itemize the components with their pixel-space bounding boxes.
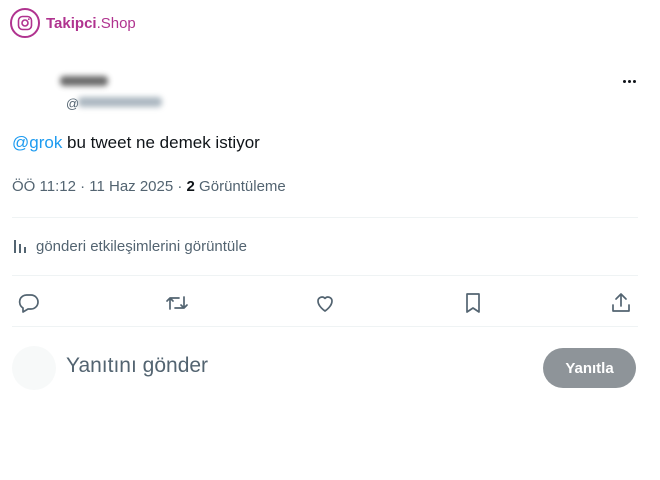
analytics-icon <box>12 237 30 255</box>
more-dots-icon[interactable] <box>618 70 640 92</box>
timestamp[interactable]: ÖÖ 11:12 · 11 Haz 2025 · <box>12 178 187 195</box>
author-name-blurred[interactable] <box>60 76 108 86</box>
divider <box>12 326 638 327</box>
author-handle-blurred[interactable] <box>78 97 162 107</box>
tweet-body: bu tweet ne demek istiyor <box>62 133 260 152</box>
views-count: 2 <box>186 178 195 195</box>
avatar <box>12 346 56 390</box>
views-label: Görüntüleme <box>194 178 286 195</box>
divider <box>12 217 638 218</box>
divider <box>12 275 638 276</box>
post: @ @grok bu tweet ne demek istiyor ÖÖ 11:… <box>0 0 660 480</box>
tweet-meta: ÖÖ 11:12 · 11 Haz 2025 · 2 Görüntüleme <box>12 178 286 195</box>
retweet-icon[interactable] <box>162 288 192 318</box>
action-bar <box>0 288 660 318</box>
like-icon[interactable] <box>310 288 340 318</box>
view-analytics-link[interactable]: gönderi etkileşimlerini görüntüle <box>12 237 247 255</box>
tweet-text: @grok bu tweet ne demek istiyor <box>12 133 260 153</box>
bookmark-icon[interactable] <box>458 288 488 318</box>
reply-icon[interactable] <box>14 288 44 318</box>
reply-input[interactable]: Yanıtını gönder <box>66 354 208 378</box>
mention-link[interactable]: @grok <box>12 133 62 152</box>
reply-button[interactable]: Yanıtla <box>543 348 636 388</box>
analytics-label: gönderi etkileşimlerini görüntüle <box>36 237 247 255</box>
share-icon[interactable] <box>606 288 636 318</box>
reply-composer: Yanıtını gönder Yanıtla <box>0 340 660 400</box>
